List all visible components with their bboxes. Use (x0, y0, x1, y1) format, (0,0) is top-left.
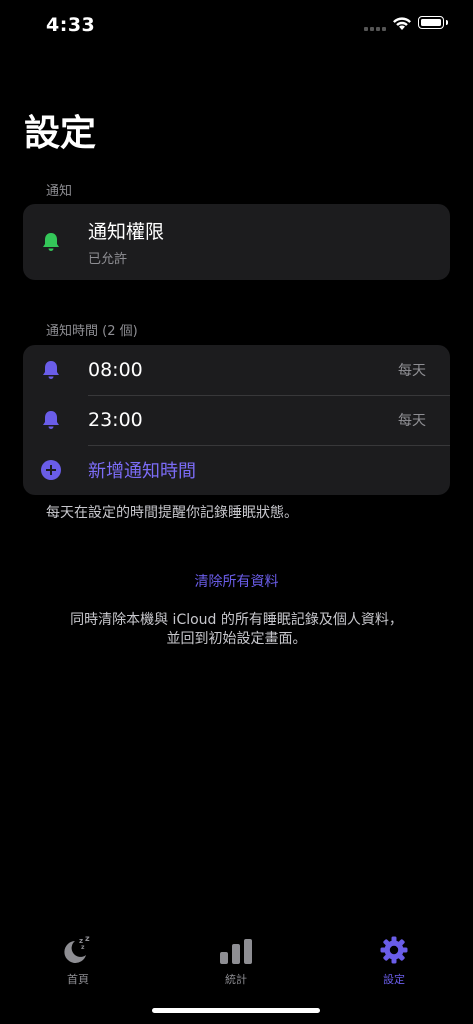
bar-chart-icon (220, 939, 252, 964)
notification-times-footer: 每天在設定的時間提醒你記錄睡眠狀態。 (46, 505, 298, 521)
gear-icon (380, 936, 408, 964)
add-notification-time-label: 新增通知時間 (88, 461, 196, 482)
notification-section-header: 通知 (46, 184, 73, 199)
page-title: 設定 (24, 113, 97, 154)
cellular-signal-icon (364, 27, 386, 33)
notification-times-header: 通知時間 (2 個) (46, 324, 138, 339)
tab-label: 統計 (225, 973, 247, 986)
plus-circle-icon (41, 460, 61, 480)
wifi-icon (393, 17, 411, 30)
svg-text:z: z (81, 944, 85, 951)
notification-repeat-label: 每天 (398, 413, 426, 429)
tab-home[interactable]: z z z 首頁 (38, 934, 118, 987)
battery-icon (418, 16, 448, 29)
svg-text:z: z (85, 934, 90, 943)
status-time: 4:33 (46, 14, 96, 36)
notification-time-value: 23:00 (88, 409, 143, 431)
notification-time-row[interactable]: 08:00 每天 (23, 345, 450, 395)
status-bar: 4:33 (0, 0, 473, 54)
clear-all-data-button[interactable]: 清除所有資料 (0, 571, 473, 591)
add-notification-time-button[interactable]: 新增通知時間 (23, 445, 450, 495)
clear-data-description: 同時清除本機與 iCloud 的所有睡眠記錄及個人資料， 並回到初始設定畫面。 (0, 611, 473, 649)
notification-times-card: 08:00 每天 23:00 每天 新增通知時間 (23, 345, 450, 495)
bell-icon (41, 360, 61, 381)
tab-label: 首頁 (67, 973, 89, 986)
notification-permission-card[interactable]: 通知權限 已允許 (23, 204, 450, 280)
tab-statistics[interactable]: 統計 (196, 936, 276, 987)
tab-settings[interactable]: 設定 (354, 936, 434, 987)
notification-time-value: 08:00 (88, 359, 143, 381)
notification-time-row[interactable]: 23:00 每天 (23, 395, 450, 445)
home-indicator[interactable] (152, 1008, 320, 1013)
notification-repeat-label: 每天 (398, 363, 426, 379)
moon-sleep-icon: z z z (64, 934, 90, 963)
clear-data-description-line: 同時清除本機與 iCloud 的所有睡眠記錄及個人資料， (70, 612, 403, 628)
clear-data-description-line: 並回到初始設定畫面。 (166, 631, 307, 647)
bell-icon (41, 232, 61, 253)
tab-label: 設定 (383, 973, 405, 986)
notification-permission-status: 已允許 (88, 252, 128, 267)
bell-icon (41, 410, 61, 431)
notification-permission-title: 通知權限 (88, 221, 165, 243)
notification-permission-row[interactable]: 通知權限 已允許 (23, 204, 450, 280)
